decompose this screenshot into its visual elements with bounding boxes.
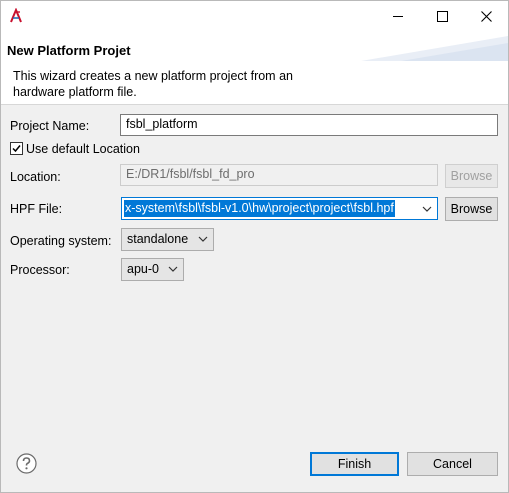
wizard-description: This wizard creates a new platform proje… <box>13 69 293 99</box>
maximize-icon <box>436 10 448 22</box>
hpf-file-label: HPF File: <box>10 202 63 216</box>
new-platform-dialog: New Platform Projet This wizard creates … <box>0 0 509 493</box>
close-icon <box>480 10 492 22</box>
project-name-input[interactable]: fsbl_platform <box>120 114 498 136</box>
wizard-banner: New Platform Projet This wizard creates … <box>1 31 508 105</box>
eclipse-xilinx-icon <box>10 8 22 23</box>
maximize-button[interactable] <box>420 1 464 31</box>
chevron-down-icon <box>168 266 178 272</box>
operating-system-value: standalone <box>127 232 189 246</box>
chevron-down-icon <box>198 236 208 242</box>
wizard-title: New Platform Projet <box>7 43 131 58</box>
close-button[interactable] <box>464 1 508 31</box>
minimize-button[interactable] <box>376 1 420 31</box>
check-icon <box>12 145 21 153</box>
minimize-icon <box>392 15 403 17</box>
operating-system-select[interactable]: standalone <box>121 228 214 251</box>
operating-system-label: Operating system: <box>10 234 112 248</box>
hpf-file-selected-text[interactable]: x-system\fsbl\fsbl-v1.0\hw\project\proje… <box>124 200 395 217</box>
location-browse-button: Browse <box>445 164 498 188</box>
title-bar <box>1 1 508 31</box>
help-icon[interactable] <box>16 453 37 474</box>
project-name-label: Project Name: <box>10 119 90 133</box>
use-default-location-label: Use default Location <box>26 142 140 156</box>
banner-decoration <box>361 36 508 61</box>
cancel-button[interactable]: Cancel <box>407 452 498 476</box>
processor-label: Processor: <box>10 263 70 277</box>
processor-value: apu-0 <box>127 262 159 276</box>
finish-button[interactable]: Finish <box>310 452 399 476</box>
chevron-down-icon[interactable] <box>422 206 432 212</box>
location-input: E:/DR1/fsbl/fsbl_fd_pro <box>120 164 438 186</box>
hpf-file-combo[interactable]: x-system\fsbl\fsbl-v1.0\hw\project\proje… <box>121 197 438 220</box>
use-default-location-checkbox[interactable] <box>10 142 23 155</box>
processor-select[interactable]: apu-0 <box>121 258 184 281</box>
hpf-browse-button[interactable]: Browse <box>445 197 498 221</box>
location-label: Location: <box>10 170 61 184</box>
